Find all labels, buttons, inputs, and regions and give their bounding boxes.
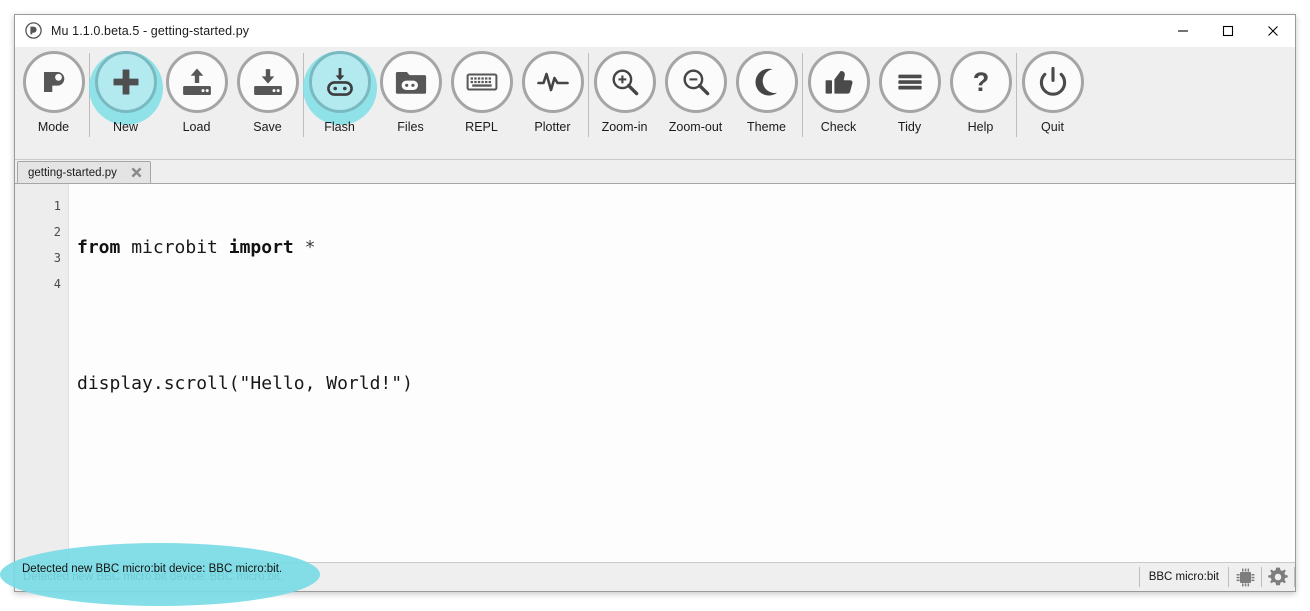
keyword-import: import bbox=[228, 237, 294, 258]
thumbs-up-icon bbox=[825, 71, 852, 94]
tab-getting-started[interactable]: getting-started.py bbox=[17, 161, 151, 183]
toolbar-button-flash[interactable]: Flash bbox=[302, 47, 377, 134]
close-icon[interactable] bbox=[130, 166, 144, 180]
check-button-circle[interactable] bbox=[807, 51, 870, 113]
window-controls bbox=[1160, 15, 1295, 46]
toolbar-button-help[interactable]: ? Help bbox=[945, 47, 1016, 134]
toolbar-label: Help bbox=[967, 120, 994, 134]
waveform-icon bbox=[536, 72, 569, 92]
line-number: 2 bbox=[53, 225, 61, 239]
toolbar-button-zoom-out[interactable]: Zoom-out bbox=[660, 47, 731, 134]
bars-icon bbox=[897, 74, 922, 90]
close-button[interactable] bbox=[1250, 15, 1295, 46]
power-icon bbox=[1039, 66, 1066, 96]
status-bar-right: BBC micro:bit bbox=[1138, 563, 1295, 591]
toolbar-label: REPL bbox=[465, 120, 498, 134]
toolbar-button-load[interactable]: Load bbox=[161, 47, 232, 134]
tidy-button-circle[interactable] bbox=[878, 51, 941, 113]
screenshot-root: Mu 1.1.0.beta.5 - getting-started.py Mod… bbox=[0, 0, 1310, 611]
toolbar-button-mode[interactable]: Mode bbox=[18, 47, 89, 134]
code-editor[interactable]: 1 2 3 4 from microbit import * display.s… bbox=[15, 183, 1295, 562]
toolbar-button-plotter[interactable]: Plotter bbox=[517, 47, 588, 134]
status-separator bbox=[1294, 567, 1295, 587]
toolbar-label: Theme bbox=[747, 120, 786, 134]
toolbar-button-repl[interactable]: REPL bbox=[446, 47, 517, 134]
line-number: 3 bbox=[53, 251, 61, 265]
maximize-button[interactable] bbox=[1205, 15, 1250, 46]
flash-microbit-icon bbox=[326, 68, 353, 96]
mu-logo-icon bbox=[25, 22, 42, 39]
toolbar-label: Tidy bbox=[897, 120, 922, 134]
load-button-circle[interactable] bbox=[165, 51, 228, 113]
flash-button-circle[interactable] bbox=[308, 51, 371, 113]
toolbar-button-save[interactable]: Save bbox=[232, 47, 303, 134]
toolbar-button-theme[interactable]: Theme bbox=[731, 47, 802, 134]
magnifier-minus-icon bbox=[682, 69, 709, 96]
moon-icon bbox=[755, 68, 777, 96]
status-device-label: BBC micro:bit bbox=[1148, 571, 1219, 583]
minimize-button[interactable] bbox=[1160, 15, 1205, 46]
toolbar-label: Files bbox=[397, 120, 424, 134]
theme-button-circle[interactable] bbox=[735, 51, 798, 113]
toolbar-button-new[interactable]: New bbox=[88, 47, 163, 134]
save-button-circle[interactable] bbox=[236, 51, 299, 113]
toolbar-label: Mode bbox=[37, 120, 70, 134]
toolbar-label: Quit bbox=[1041, 120, 1064, 134]
line-number-gutter: 1 2 3 4 bbox=[15, 184, 69, 562]
folder-microbit-icon bbox=[395, 72, 426, 94]
title-bar: Mu 1.1.0.beta.5 - getting-started.py bbox=[15, 15, 1295, 47]
toolbar-button-quit[interactable]: Quit bbox=[1017, 47, 1088, 134]
keyword-from: from bbox=[77, 237, 121, 258]
zoom-out-button-circle[interactable] bbox=[664, 51, 727, 113]
toolbar-button-files[interactable]: Files bbox=[375, 47, 446, 134]
repl-button-circle[interactable] bbox=[450, 51, 513, 113]
plotter-button-circle[interactable] bbox=[521, 51, 584, 113]
toolbar-label: Zoom-in bbox=[601, 120, 648, 134]
download-icon bbox=[253, 69, 282, 95]
microchip-icon[interactable] bbox=[1229, 563, 1261, 591]
gear-icon[interactable] bbox=[1262, 563, 1294, 591]
main-toolbar: Mode New Load Save Flash Files REPL Plot… bbox=[15, 47, 1295, 160]
keyboard-icon bbox=[466, 73, 497, 91]
window-title: Mu 1.1.0.beta.5 - getting-started.py bbox=[51, 23, 250, 38]
statement-display-scroll: display.scroll("Hello, World!") bbox=[77, 373, 413, 394]
tab-label: getting-started.py bbox=[28, 166, 117, 179]
toolbar-button-tidy[interactable]: Tidy bbox=[874, 47, 945, 134]
code-line-3: display.scroll("Hello, World!") bbox=[77, 371, 1295, 397]
svg-text:?: ? bbox=[972, 67, 989, 97]
line-number: 4 bbox=[53, 277, 61, 291]
new-button-circle[interactable] bbox=[94, 51, 157, 113]
plus-icon bbox=[113, 69, 138, 95]
wildcard-operator: * bbox=[304, 237, 316, 258]
toolbar-label: Plotter bbox=[534, 120, 571, 134]
quit-button-circle[interactable] bbox=[1021, 51, 1084, 113]
zoom-in-button-circle[interactable] bbox=[593, 51, 656, 113]
toolbar-label: New bbox=[112, 120, 138, 134]
status-message-highlighted: Detected new BBC micro:bit device: BBC m… bbox=[22, 563, 283, 575]
toolbar-button-zoom-in[interactable]: Zoom-in bbox=[589, 47, 660, 134]
mu-editor-window: Mu 1.1.0.beta.5 - getting-started.py Mod… bbox=[14, 14, 1296, 592]
code-line-1: from microbit import * bbox=[77, 235, 1295, 261]
toolbar-label: Load bbox=[182, 120, 211, 134]
toolbar-label: Flash bbox=[324, 120, 355, 134]
question-mark-icon: ? bbox=[972, 67, 989, 97]
toolbar-label: Save bbox=[253, 120, 282, 134]
line-number: 1 bbox=[53, 199, 61, 213]
tab-bar: getting-started.py bbox=[15, 160, 1295, 183]
mode-button-circle[interactable] bbox=[22, 51, 85, 113]
code-text-area[interactable]: from microbit import * display.scroll("H… bbox=[69, 184, 1295, 562]
help-button-circle[interactable]: ? bbox=[949, 51, 1012, 113]
upload-icon bbox=[182, 68, 211, 95]
mode-icon bbox=[43, 72, 64, 92]
toolbar-button-check[interactable]: Check bbox=[803, 47, 874, 134]
files-button-circle[interactable] bbox=[379, 51, 442, 113]
magnifier-plus-icon bbox=[611, 69, 638, 96]
toolbar-label: Check bbox=[820, 120, 857, 134]
toolbar-label: Zoom-out bbox=[668, 120, 723, 134]
module-name: microbit bbox=[120, 237, 229, 258]
